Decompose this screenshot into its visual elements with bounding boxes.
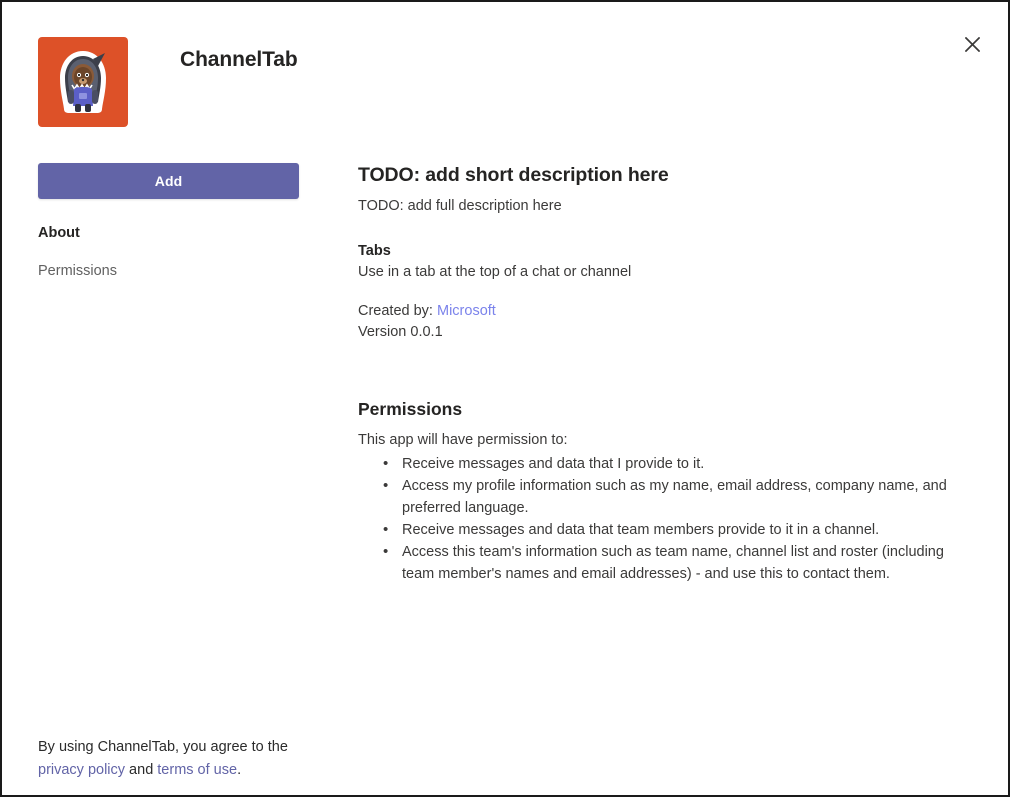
sidebar-item-permissions[interactable]: Permissions	[38, 262, 299, 282]
terms-of-use-link[interactable]: terms of use	[157, 762, 237, 778]
permissions-heading: Permissions	[358, 399, 463, 420]
dialog-header: ChannelTab	[38, 37, 298, 127]
main-content: TODO: add short description here TODO: a…	[358, 163, 974, 585]
footer-middle-text: and	[125, 761, 158, 778]
publisher-link[interactable]: Microsoft	[437, 303, 496, 319]
sidebar: Add About Permissions	[38, 163, 299, 299]
app-version: Version 0.0.1	[358, 324, 443, 341]
created-by-line: Created by: Microsoft	[358, 301, 974, 323]
close-icon[interactable]	[956, 28, 988, 60]
list-item: Receive messages and data that I provide…	[383, 453, 974, 476]
footer-suffix-text: .	[237, 761, 242, 778]
permissions-list: Receive messages and data that I provide…	[358, 453, 974, 585]
privacy-policy-link[interactable]: privacy policy	[38, 762, 125, 778]
permissions-intro: This app will have permission to:	[358, 432, 568, 449]
app-install-dialog: ChannelTab Add About Permissions By usin…	[0, 0, 1010, 797]
channeltab-app-icon	[38, 37, 128, 127]
created-by-label: Created by:	[358, 302, 433, 319]
page-title: ChannelTab	[180, 48, 298, 71]
footer-prefix-text: By using ChannelTab, you agree to the	[38, 739, 288, 756]
sidebar-nav: About Permissions	[38, 224, 299, 281]
list-item: Access my profile information such as my…	[383, 475, 974, 519]
permissions-section: Permissions This app will have permissio…	[358, 399, 974, 585]
app-metadata: Created by: Microsoft Version 0.0.1	[358, 301, 974, 345]
capability-heading: Tabs	[358, 242, 391, 259]
list-item: Access this team's information such as t…	[383, 541, 974, 585]
app-full-description: TODO: add full description here	[358, 198, 562, 215]
sidebar-item-about[interactable]: About	[38, 224, 299, 244]
app-short-description: TODO: add short description here	[358, 164, 669, 186]
capability-description: Use in a tab at the top of a chat or cha…	[358, 263, 632, 280]
add-button[interactable]: Add	[38, 163, 299, 199]
list-item: Receive messages and data that team memb…	[383, 519, 974, 542]
legal-footer: By using ChannelTab, you agree to the pr…	[38, 736, 308, 781]
